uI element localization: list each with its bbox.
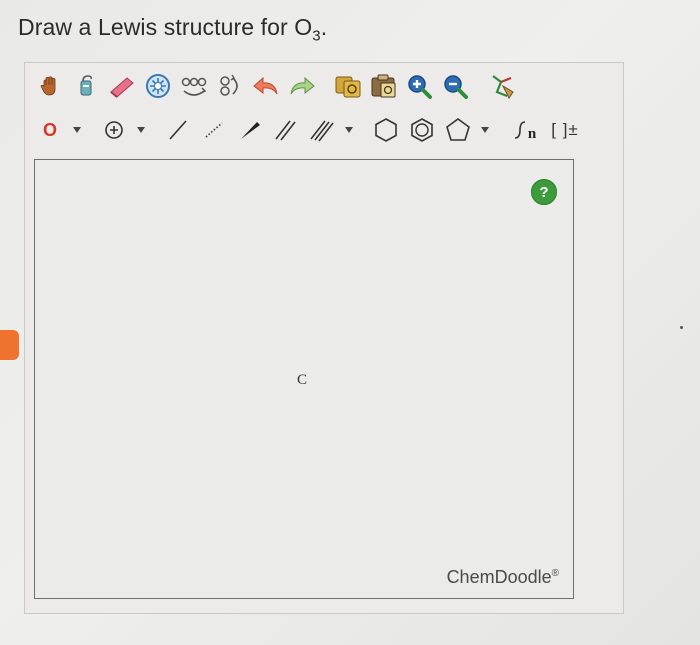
clean-structure-icon[interactable]	[485, 71, 519, 101]
charge-brackets-label: [ ]±	[551, 120, 579, 139]
carbon-atom[interactable]: C	[297, 372, 307, 389]
hand-pan-icon[interactable]	[33, 71, 67, 101]
add-charge-icon[interactable]	[97, 115, 131, 145]
charge-dropdown[interactable]	[133, 115, 149, 145]
chemdoodle-sketcher: O n []± ? C ChemDoodle®	[24, 62, 624, 614]
eraser-icon[interactable]	[105, 71, 139, 101]
charge-brackets-icon[interactable]: [ ]±	[545, 115, 585, 145]
question-text: Draw a Lewis structure for O3.	[18, 14, 328, 45]
paste-icon[interactable]	[367, 71, 401, 101]
rotate-molecule-icon[interactable]	[213, 71, 247, 101]
undo-icon[interactable]	[249, 71, 283, 101]
repeat-unit-icon[interactable]: n	[505, 115, 543, 145]
chemdoodle-brand: ChemDoodle®	[446, 567, 559, 587]
redo-icon[interactable]	[285, 71, 319, 101]
zoom-out-icon[interactable]	[439, 71, 473, 101]
side-feedback-tab[interactable]	[0, 330, 19, 360]
cyclopentane-ring-icon[interactable]	[441, 115, 475, 145]
atom-element-button[interactable]: O	[33, 115, 67, 145]
atom-element-dropdown[interactable]	[69, 115, 85, 145]
atom-element-label: O	[42, 119, 57, 140]
triple-bond-icon[interactable]	[305, 115, 339, 145]
toolbar-row-main	[33, 69, 519, 103]
single-bond-icon[interactable]	[161, 115, 195, 145]
screen-dot	[680, 326, 683, 329]
ring-dropdown[interactable]	[477, 115, 493, 145]
toolbar-row-drawing: O n []±	[33, 113, 585, 147]
repeat-unit-label: n	[527, 125, 537, 142]
help-button[interactable]: ?	[531, 179, 557, 205]
drawing-canvas[interactable]: ? C ChemDoodle®	[34, 159, 574, 599]
bond-type-dropdown[interactable]	[341, 115, 357, 145]
cyclohexane-ring-icon[interactable]	[369, 115, 403, 145]
zoom-in-icon[interactable]	[403, 71, 437, 101]
wedge-bond-icon[interactable]	[233, 115, 267, 145]
double-bond-icon[interactable]	[269, 115, 303, 145]
center-molecule-icon[interactable]	[141, 71, 175, 101]
benzene-ring-icon[interactable]	[405, 115, 439, 145]
dashed-bond-icon[interactable]	[197, 115, 231, 145]
lasso-select-icon[interactable]	[69, 71, 103, 101]
copy-icon[interactable]	[331, 71, 365, 101]
flip-molecule-icon[interactable]	[177, 71, 211, 101]
